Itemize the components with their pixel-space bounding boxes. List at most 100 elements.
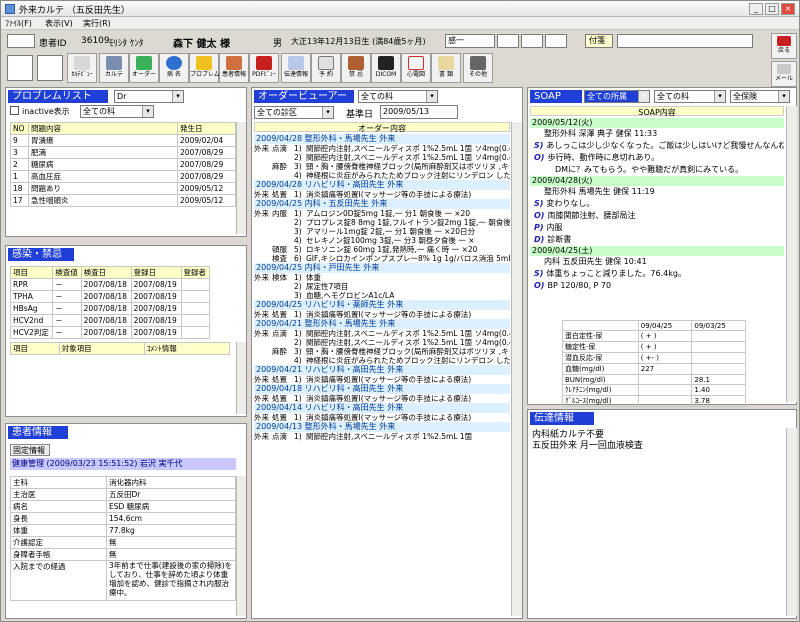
other-button[interactable]: その他	[463, 53, 493, 83]
maximize-button[interactable]: □	[765, 3, 779, 15]
lab-cell	[691, 352, 746, 364]
table-row[interactable]: RPR － 2007/08/18 2007/08/19	[9, 278, 210, 291]
order-date-header[interactable]: 2009/04/21 リハビリ科・高田先生 外来	[254, 365, 510, 375]
order-date-header[interactable]: 2009/04/14 リハビリ科・高田先生 外来	[254, 403, 510, 413]
order-label: オーダー	[131, 71, 156, 78]
soap-line: O) BP 120/80, P 70	[530, 280, 784, 292]
soap-affiliation-select[interactable]: 全ての所属	[584, 90, 650, 103]
table-row[interactable]: 18 問題あり 2009/05/12	[10, 182, 236, 195]
infection-scrollbar[interactable]	[236, 342, 246, 414]
inactive-checkbox[interactable]	[10, 106, 19, 115]
patient-info-panel: 患者情報 固定情報 健康管理 (2009/03/23 15:51:52) 岩沢 …	[5, 423, 247, 619]
kinki-button[interactable]: 禁 忌	[341, 53, 371, 83]
order-row[interactable]: 3) アマリール1mg錠 2錠,一 分1 朝食後 一 ×20日分	[254, 227, 510, 236]
disease-button[interactable]: 病 名	[159, 53, 189, 83]
table-row[interactable]: 2 糖尿病 2007/08/29	[10, 158, 236, 171]
order-row[interactable]: 外来 検体 1) 体重	[254, 273, 510, 282]
problem-button[interactable]: プロブレム	[189, 53, 220, 83]
patient-sex: 男	[273, 39, 283, 49]
order-category: 点滴	[272, 144, 287, 153]
sticky-note-field[interactable]	[617, 34, 753, 48]
order-row[interactable]: 2) 関節腔内注射,スベニールディスポ 1%2.5mL 1箇 ソ4mg(0.4%)…	[254, 153, 510, 162]
order-dept-select[interactable]: 全ての科	[358, 90, 438, 103]
table-row[interactable]: 1 高血圧症 2007/08/29	[10, 170, 236, 183]
order-row[interactable]: 2) 関節腔内注射,スベニールディスポ 1%2.5mL 1箇 ソ4mg(0.4%)…	[254, 338, 510, 347]
soap-dept-select[interactable]: 全ての科	[654, 90, 726, 103]
pdf-view-button[interactable]: PDFﾋﾞｭｰ	[249, 53, 279, 83]
infection-box[interactable]: 感一	[445, 34, 495, 48]
fixed-info-tab[interactable]: 固定情報	[10, 444, 50, 456]
order-scope-select[interactable]: 全ての診区	[254, 106, 334, 119]
menu-view[interactable]: 表示(V)	[45, 18, 73, 29]
order-date-header[interactable]: 2009/04/28 整形外科・馬場先生 外来	[254, 134, 510, 144]
order-row[interactable]: 外来 処置 1) 消炎鎮痛等処置I(マッサージ等の手技による療法)	[254, 375, 510, 384]
karte-button[interactable]: カルテ	[99, 53, 129, 83]
table-row[interactable]: HBsAg － 2007/08/18 2007/08/19	[9, 302, 210, 315]
table-row[interactable]: 9 胃潰瘍 2009/02/04	[10, 134, 236, 147]
patient-field-blank[interactable]	[7, 34, 35, 48]
order-scrollbar[interactable]	[511, 122, 522, 616]
order-row[interactable]: 頓服 5) ロキソニン錠 60mg 1錠,発熱時,一 痛く時 一 ×20	[254, 245, 510, 254]
order-row[interactable]: 4) セレキノン錠100mg 3錠,一 分3 朝昼夕食後 一 ×	[254, 236, 510, 245]
order-row[interactable]: 外来 処置 1) 消炎鎮痛等処置I(マッサージ等の手技による療法)	[254, 310, 510, 319]
menu-file[interactable]: ﾌｧｲﾙ(F)	[5, 18, 32, 29]
order-date-header[interactable]: 2009/04/18 リハビリ科・高田先生 外来	[254, 384, 510, 394]
order-category: 処置	[272, 394, 287, 403]
documents-button[interactable]: 書 類	[431, 53, 461, 83]
order-button[interactable]: オーダー	[129, 53, 159, 83]
table-row[interactable]: HCV2判定－ 2007/08/18 2007/08/19	[9, 326, 210, 339]
menu-run[interactable]: 実行(R)	[83, 18, 111, 29]
table-row[interactable]: TPHA － 2007/08/18 2007/08/19	[9, 290, 210, 303]
patinfo-scrollbar[interactable]	[236, 476, 246, 616]
order-date-header[interactable]: 2009/04/28 リハビリ科・高田先生 外来	[254, 180, 510, 190]
order-date-header[interactable]: 2009/04/25 内科・戸田先生 外来	[254, 263, 510, 273]
order-row[interactable]: 4) 神経根に炎症がみられたためブロック注射にリンデロン した。	[254, 356, 510, 365]
order-type: 外来	[254, 273, 269, 282]
order-type: 外来	[254, 413, 269, 422]
order-row[interactable]: 麻酔 3) 頸・胸・腰傍脊椎神経ブロック(局所麻酔剤又はボツリヌ ,キシロカインポリ…	[254, 162, 510, 171]
problem-doctor-select[interactable]: Dr	[114, 90, 184, 103]
infection-date: 2007/08/18	[80, 326, 132, 339]
order-row[interactable]: 外来 点滴 1) 関節腔内注射,スベニールディスポ 1%2.5mL 1箇	[254, 432, 510, 441]
table-row[interactable]: 3 肥満 2007/08/29	[10, 146, 236, 159]
ecg-button[interactable]: 心電図	[401, 53, 431, 83]
order-row[interactable]: 外来 処置 1) 消炎鎮痛等処置I(マッサージ等の手技による療法)	[254, 394, 510, 403]
order-row[interactable]: 2) 尿定性7項目	[254, 282, 510, 291]
order-row[interactable]: 3) 血糖,ヘモグロビンA1c/LA	[254, 291, 510, 300]
problem-col-content: 問題内容	[28, 122, 178, 135]
order-date-header[interactable]: 2009/04/13 整形外科・馬場先生 外来	[254, 422, 510, 432]
dengon-scrollbar[interactable]	[786, 428, 797, 616]
infection-value: －	[52, 290, 82, 303]
order-row[interactable]: 2) プロプレス錠8 8mg 1錠,フルイトラン錠2mg 1錠,一 朝食後 一 ×…	[254, 218, 510, 227]
order-row[interactable]: 検査 6) GIF,キシロカインポンプスプレー8% 1g 1g/バロス消泡 5mL …	[254, 254, 510, 263]
table-row[interactable]: HCV2nd － 2007/08/18 2007/08/19	[9, 314, 210, 327]
order-row[interactable]: 外来 内服 1) アムロジン0D錠5mg 1錠,一 分1 朝食後 一 ×20	[254, 209, 510, 218]
karte-view-button[interactable]: ｶﾙﾃﾋﾞｭｰ	[67, 53, 97, 83]
order-date-header[interactable]: 2009/04/21 整形外科・馬場先生 外来	[254, 319, 510, 329]
order-row[interactable]: 外来 点滴 1) 関節腔内注射,スベニールディスポ 1%2.5mL 1箇 ソ4mg(0…	[254, 144, 510, 153]
back-button[interactable]: 戻る	[771, 33, 797, 59]
dengon-button[interactable]: 伝達情報	[281, 53, 311, 83]
dicom-button[interactable]: DICOM	[371, 53, 401, 83]
soap-insurance-select[interactable]: 全保険	[730, 90, 790, 103]
sticky-note-button[interactable]: 付箋	[585, 34, 613, 48]
problem-scrollbar[interactable]	[236, 122, 246, 234]
order-date-header[interactable]: 2009/04/25 リハビリ科・薬師先生 外来	[254, 300, 510, 310]
order-row[interactable]: 外来 点滴 1) 関節腔内注射,スベニールディスポ 1%2.5mL 1箇 ソ4mg(0…	[254, 329, 510, 338]
mail-button[interactable]: メール	[771, 61, 797, 87]
base-date-input[interactable]: 2009/05/13	[380, 105, 458, 119]
order-row[interactable]: 外来 処置 1) 消炎鎮痛等処置I(マッサージ等の手技による療法)	[254, 413, 510, 422]
problem-scope-select[interactable]: 全ての科	[80, 105, 154, 118]
close-button[interactable]: ×	[781, 3, 795, 15]
soap-scrollbar[interactable]	[786, 106, 797, 402]
kinki-col-item: 項目	[10, 342, 60, 355]
lab-cell	[637, 374, 693, 385]
table-row[interactable]: 17 急性咽頭炎 2009/05/12	[10, 194, 236, 207]
reserve-button[interactable]: 予 約	[311, 53, 341, 83]
order-row[interactable]: 4) 神経根に炎症がみられたためブロック注射にリンデロン した。	[254, 171, 510, 180]
order-date-header[interactable]: 2009/04/25 内科・五反田先生 外来	[254, 199, 510, 209]
order-row[interactable]: 麻酔 3) 頸・胸・腰傍脊椎神経ブロック(局所麻酔剤又はボツリヌ ,キシロカインポリ…	[254, 347, 510, 356]
patient-info-button[interactable]: 患者情報	[219, 53, 249, 83]
order-row[interactable]: 外来 処置 1) 消炎鎮痛等処置I(マッサージ等の手技による療法)	[254, 190, 510, 199]
minimize-button[interactable]: _	[749, 3, 763, 15]
